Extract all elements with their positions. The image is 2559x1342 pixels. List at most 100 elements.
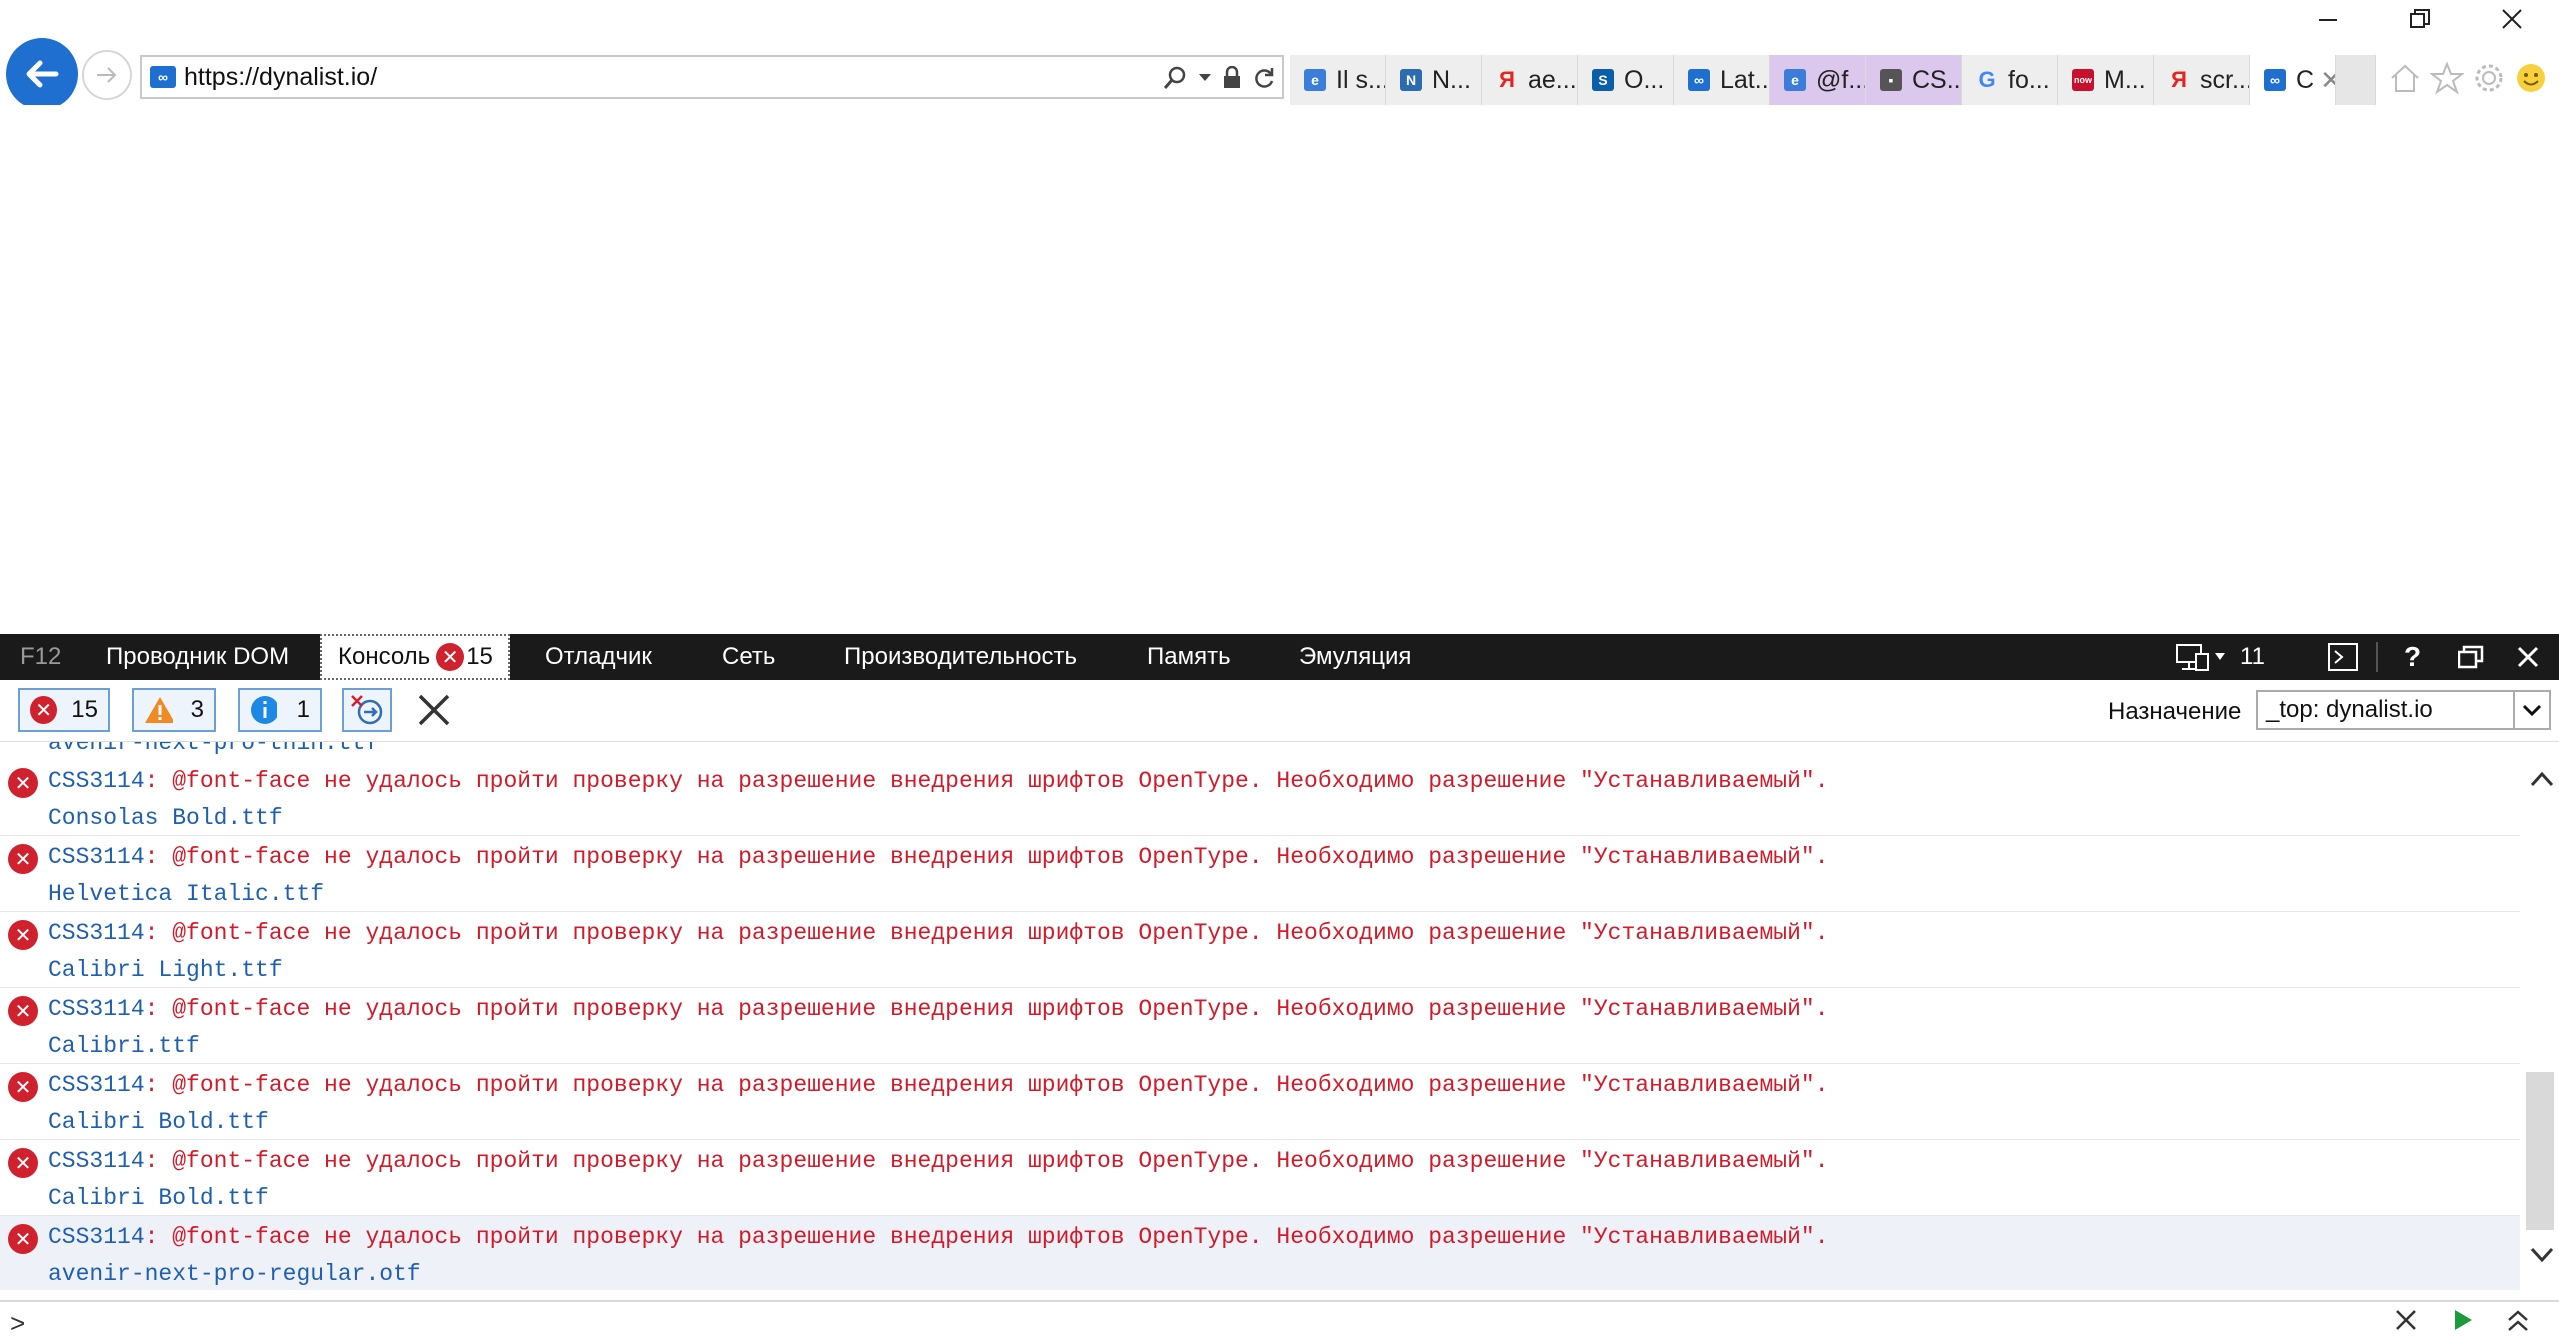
source-file[interactable]: avenir-next-pro-regular.otf [48, 1261, 421, 1287]
tab-f12[interactable]: F12 [20, 634, 61, 680]
chevron-down-icon [2513, 692, 2549, 728]
console-error-message[interactable]: ✕ CSS3114: @font-face не удалось пройти … [0, 836, 2520, 912]
tab-debugger[interactable]: Отладчик [545, 634, 652, 680]
error-code[interactable]: CSS3114 [48, 844, 145, 870]
tab-memory[interactable]: Память [1147, 634, 1231, 680]
source-file[interactable]: Calibri Light.ttf [48, 957, 283, 983]
error-code[interactable]: CSS3114 [48, 1224, 145, 1250]
source-file[interactable]: Calibri Bold.ttf [48, 1185, 269, 1211]
source-file[interactable]: Helvetica Italic.ttf [48, 881, 324, 907]
error-code[interactable]: CSS3114 [48, 1072, 145, 1098]
clear-input-button[interactable] [2394, 1308, 2418, 1339]
close-devtools-button[interactable] [2516, 634, 2540, 680]
browser-tab[interactable]: Gfo... [1962, 55, 2058, 105]
console-toggle-button[interactable] [2328, 634, 2358, 680]
tab-label: N... [1432, 65, 1471, 94]
error-icon: ✕ [8, 844, 38, 874]
console-error-message[interactable]: ✕ CSS3114: @font-face не удалось пройти … [0, 1216, 2520, 1290]
dynalist-icon: ∞ [2264, 69, 2286, 91]
page-content [0, 105, 2559, 634]
browser-tab[interactable]: Яae... [1482, 55, 1578, 105]
console-error-message[interactable]: ✕ CSS3114: @font-face не удалось пройти … [0, 760, 2520, 836]
tab-emulation[interactable]: Эмуляция [1299, 634, 1411, 680]
console-error-message[interactable]: ✕ CSS3114: @font-face не удалось пройти … [0, 1064, 2520, 1140]
console-error-message[interactable]: ✕ CSS3114: @font-face не удалось пройти … [0, 988, 2520, 1064]
expand-input-button[interactable] [2506, 1308, 2530, 1341]
double-chevron-up-icon [2508, 1310, 2528, 1331]
minimize-button[interactable] [2282, 0, 2374, 38]
browser-tab[interactable]: e @f... [1770, 55, 1866, 105]
yandex-icon: Я [2171, 67, 2187, 92]
source-file[interactable]: Calibri.ttf [48, 1033, 200, 1059]
console-input-bar[interactable]: > [0, 1300, 2559, 1342]
search-icon[interactable] [1162, 65, 1188, 91]
tab-network[interactable]: Сеть [722, 634, 775, 680]
browser-tab[interactable]: ∞ Lat... [1674, 55, 1770, 105]
document-mode-value: 11 [2240, 643, 2265, 670]
chevron-down-icon[interactable] [1198, 73, 1212, 83]
undock-icon [2458, 645, 2484, 669]
console-error-message[interactable]: ✕ CSS3114: @font-face не удалось пройти … [0, 1140, 2520, 1216]
address-tools [1162, 61, 1276, 95]
lock-icon[interactable] [1222, 66, 1242, 90]
error-text: : @font-face не удалось пройти проверку … [144, 996, 1829, 1022]
tab-label: fo... [2008, 65, 2050, 94]
scrollbar-thumb[interactable] [2526, 1072, 2554, 1230]
browser-tab[interactable]: N N... [1386, 55, 1482, 105]
error-icon: ✕ [8, 996, 38, 1026]
tab-dom-explorer[interactable]: Проводник DOM [106, 634, 289, 680]
source-file[interactable]: Calibri Bold.ttf [48, 1109, 269, 1135]
gear-icon[interactable] [2472, 61, 2506, 95]
close-tab-icon[interactable]: ✕ [2320, 65, 2335, 96]
forward-button[interactable] [82, 50, 132, 100]
target-label: Назначение [2108, 698, 2242, 725]
close-window-button[interactable] [2466, 0, 2558, 38]
scroll-down-icon[interactable] [2524, 1240, 2559, 1270]
browser-tab[interactable]: e Il s... [1290, 55, 1386, 105]
filter-info-button[interactable]: 1 [238, 688, 322, 732]
error-code[interactable]: CSS3114 [48, 1148, 145, 1174]
console-scrollbar[interactable] [2524, 742, 2559, 1290]
source-file[interactable]: Consolas Bold.ttf [48, 805, 283, 831]
browser-tab-active[interactable]: ∞ C✕ [2250, 55, 2336, 105]
target-select[interactable]: _top: dynalist.io [2256, 690, 2551, 730]
refresh-icon[interactable] [1252, 66, 1276, 90]
tab-label: O... [1624, 65, 1665, 94]
document-mode-dropdown[interactable]: 11 [2176, 634, 2265, 680]
browser-tab[interactable]: S O... [1578, 55, 1674, 105]
smiley-icon[interactable] [2514, 61, 2548, 95]
chevron-down-icon [2215, 653, 2225, 660]
error-code[interactable]: CSS3114 [48, 920, 145, 946]
clear-console-button[interactable] [416, 692, 452, 733]
run-button[interactable] [2452, 1308, 2474, 1339]
help-icon[interactable]: ? [2404, 634, 2421, 680]
scroll-up-icon[interactable] [2524, 764, 2559, 794]
browser-tab[interactable]: now M... [2058, 55, 2154, 105]
url-text[interactable]: https://dynalist.io/ [184, 63, 377, 92]
clear-on-navigate-button[interactable] [342, 688, 392, 732]
clear-on-navigate-icon [351, 695, 383, 725]
browser-tab[interactable]: Яscr... [2154, 55, 2250, 105]
error-code[interactable]: CSS3114 [48, 768, 145, 794]
puzzle-icon: ▪ [1880, 69, 1902, 91]
console-error-message[interactable]: ✕ CSS3114: @font-face не удалось пройти … [0, 912, 2520, 988]
error-code[interactable]: CSS3114 [48, 996, 145, 1022]
new-tab-button[interactable] [2336, 55, 2376, 105]
tab-strip: e Il s... N N... Яae... S O... ∞ Lat... e @f.… [1290, 55, 2376, 105]
tab-console[interactable]: Консоль ✕ 15 [320, 634, 510, 680]
filter-errors-button[interactable]: ✕ 15 [18, 688, 110, 732]
error-icon: ✕ [30, 696, 58, 724]
browser-tab[interactable]: ▪ CS... [1866, 55, 1962, 105]
star-icon[interactable] [2430, 61, 2464, 95]
home-icon[interactable] [2388, 61, 2422, 95]
tab-label: ae... [1528, 65, 1577, 94]
info-count: 1 [296, 696, 310, 723]
back-button[interactable] [6, 38, 78, 110]
page-icon: N [1400, 69, 1422, 91]
tab-performance[interactable]: Производительность [844, 634, 1077, 680]
filter-warnings-button[interactable]: 3 [132, 688, 216, 732]
dynalist-icon: ∞ [1688, 69, 1710, 91]
address-bar[interactable]: ∞ https://dynalist.io/ [140, 55, 1284, 99]
restore-button[interactable] [2374, 0, 2466, 38]
undock-button[interactable] [2458, 634, 2484, 680]
